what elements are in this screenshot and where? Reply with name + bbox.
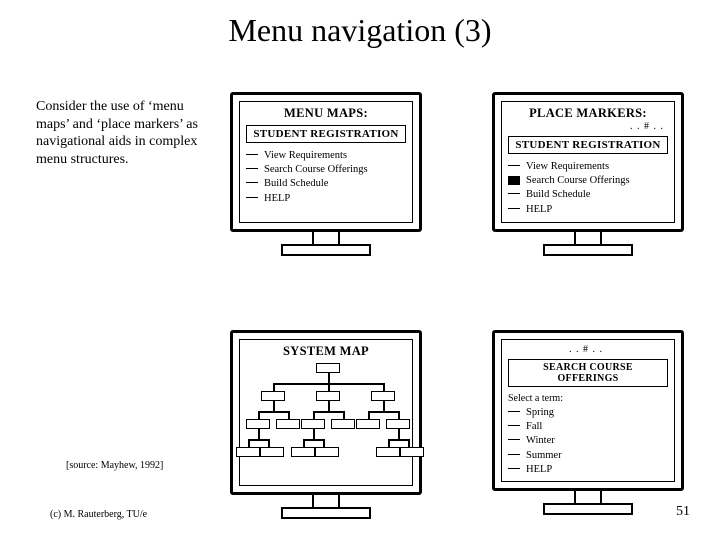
screen-heading: PLACE MARKERS: bbox=[508, 106, 668, 121]
prompt-text: Select a term: bbox=[508, 393, 668, 404]
list-item: Summer bbox=[508, 449, 668, 463]
figure-system-map: SYSTEM MAP bbox=[230, 330, 422, 519]
tree-diagram-icon bbox=[246, 363, 406, 481]
window-title: STUDENT REGISTRATION bbox=[508, 136, 668, 154]
list-item: Build Schedule bbox=[508, 188, 668, 202]
screen-heading: SYSTEM MAP bbox=[246, 344, 406, 359]
list-item: Search Course Offerings bbox=[246, 163, 406, 177]
list-item: View Requirements bbox=[508, 160, 668, 174]
list-item: Build Schedule bbox=[246, 177, 406, 191]
figure-course-offerings: . . # . . SEARCH COURSE OFFERINGS Select… bbox=[492, 330, 684, 515]
list-item-selected: Search Course Offerings bbox=[508, 174, 668, 188]
list-item: Spring bbox=[508, 406, 668, 420]
screen-heading: MENU MAPS: bbox=[246, 106, 406, 121]
list-item: View Requirements bbox=[246, 149, 406, 163]
source-citation: [source: Mayhew, 1992] bbox=[66, 460, 163, 471]
menu-list: View Requirements Search Course Offering… bbox=[246, 149, 406, 206]
list-item: Winter bbox=[508, 434, 668, 448]
list-item: HELP bbox=[508, 463, 668, 477]
monitor-base-icon bbox=[281, 507, 371, 519]
window-title: SEARCH COURSE OFFERINGS bbox=[508, 359, 668, 387]
selection-marker-icon bbox=[508, 176, 520, 185]
breadcrumb-marker: . . # . . bbox=[508, 121, 668, 132]
window-title: STUDENT REGISTRATION bbox=[246, 125, 406, 143]
figure-place-markers: PLACE MARKERS: . . # . . STUDENT REGISTR… bbox=[492, 92, 684, 256]
page-title: Menu navigation (3) bbox=[0, 0, 720, 49]
list-item-label: Search Course Offerings bbox=[526, 175, 630, 186]
monitor-base-icon bbox=[543, 503, 633, 515]
list-item: HELP bbox=[508, 203, 668, 217]
figure-menu-maps: MENU MAPS: STUDENT REGISTRATION View Req… bbox=[230, 92, 422, 256]
breadcrumb-marker: . . # . . bbox=[508, 344, 668, 355]
menu-list: Spring Fall Winter Summer HELP bbox=[508, 406, 668, 477]
list-item: Fall bbox=[508, 420, 668, 434]
monitor-base-icon bbox=[543, 244, 633, 256]
monitor-base-icon bbox=[281, 244, 371, 256]
body-paragraph: Consider the use of ‘menu maps’ and ‘pla… bbox=[36, 98, 206, 168]
menu-list: View Requirements Search Course Offering… bbox=[508, 160, 668, 217]
list-item: HELP bbox=[246, 192, 406, 206]
copyright-line: (c) M. Rauterberg, TU/e bbox=[50, 509, 147, 520]
